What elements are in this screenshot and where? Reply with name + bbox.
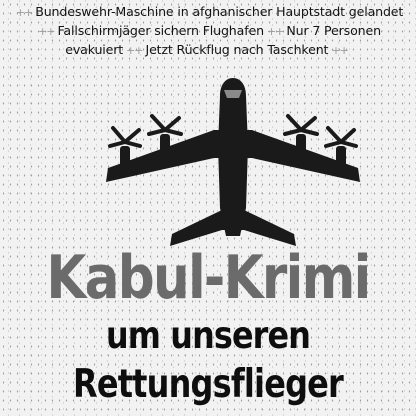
transport-aircraft-image	[106, 78, 360, 246]
teaser-line-1: ++ Bundeswehr-Maschine in afghanischer Ha…	[0, 3, 416, 22]
teaser-text-3a: evakuiert	[65, 42, 124, 57]
separator: ++	[331, 44, 348, 57]
teaser-line-2: ++ Fallschirmjäger sichern Flughafen ++ Nur…	[0, 22, 416, 41]
propeller-2	[147, 114, 183, 136]
teaser-text-2a: Fallschirmjäger sichern Flughafen	[57, 23, 265, 38]
propeller-3	[283, 114, 319, 136]
teaser-text-3b: Jetzt Rückflug nach Taschkent	[145, 42, 329, 57]
subheadline-2: Rettungsflieger	[73, 362, 344, 407]
headline: Kabul-Krimi	[46, 243, 371, 313]
aircraft-tailplane	[170, 210, 296, 246]
subheadline-1: um unseren	[105, 314, 311, 357]
teaser-text-2b: Nur 7 Personen	[286, 23, 381, 38]
teaser-lines: ++ Bundeswehr-Maschine in afghanischer Ha…	[0, 3, 416, 60]
separator: ++	[38, 25, 55, 38]
propeller-4	[324, 126, 358, 148]
teaser-line-3: evakuiert ++ Jetzt Rückflug nach Taschkent…	[0, 41, 416, 60]
separator: ++	[266, 25, 284, 38]
separator: ++	[126, 44, 143, 57]
teaser-text-1: Bundeswehr-Maschine in afghanischer Haup…	[35, 4, 404, 19]
separator: ++	[15, 6, 33, 19]
newspaper-clipping: ++ Bundeswehr-Maschine in afghanischer Ha…	[0, 0, 416, 416]
propeller-1	[108, 126, 142, 148]
